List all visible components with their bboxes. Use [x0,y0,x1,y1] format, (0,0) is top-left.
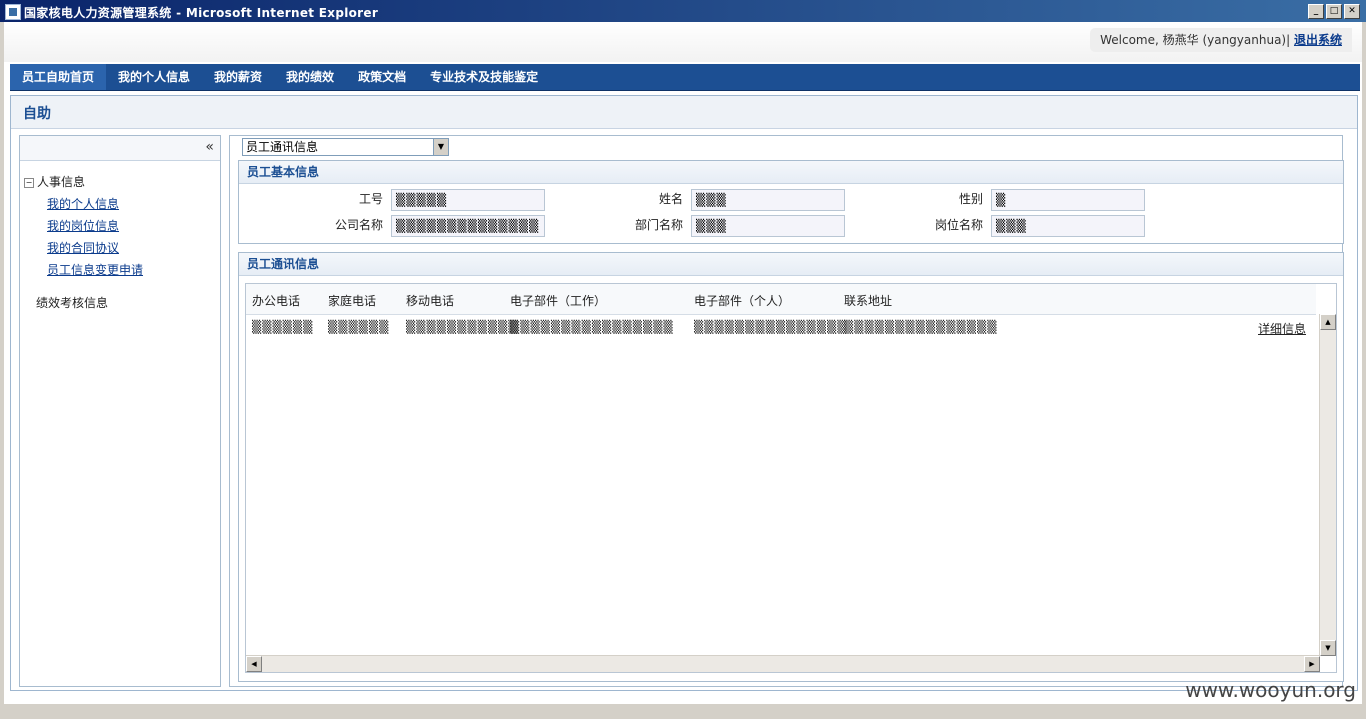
browser-content: Welcome, 杨燕华 (yangyanhua)| 退出系统 员工自助首页 我… [4,22,1362,715]
nav-item-performance[interactable]: 我的绩效 [274,64,346,90]
watermark: www.wooyun.org [1185,678,1356,702]
label-gender: 性别 [958,192,983,206]
info-type-value: 员工通讯信息 [246,140,319,154]
sidebar-header: « [20,136,220,161]
scroll-right-icon[interactable]: ▶ [1304,656,1320,672]
department-field: ▒▒▒ [691,215,845,237]
grid-header: 办公电话 家庭电话 移动电话 电子部件（工作） 电子部件（个人） 联系地址 [246,284,1316,315]
basic-row-1: 工号 ▒▒▒▒▒ 姓名 ▒▒▒ 性别 ▒ [239,189,1343,211]
label-department: 部门名称 [634,218,683,232]
main-nav: 员工自助首页 我的个人信息 我的薪资 我的绩效 政策文档 专业技术及技能鉴定 [10,64,1360,91]
basic-info-section: 员工基本信息 工号 ▒▒▒▒▒ 姓名 ▒▒▒ 性别 ▒ 公司名称 ▒▒▒▒▒▒▒… [238,160,1344,244]
scroll-left-icon[interactable]: ◀ [246,656,262,672]
collapse-icon[interactable]: « [205,139,214,155]
col-home-phone: 家庭电话 [328,294,377,308]
page-title: 自助 [23,106,51,122]
label-employee-id: 工号 [358,192,383,206]
status-bar [4,703,1362,716]
label-name: 姓名 [658,192,683,206]
company-field: ▒▒▒▒▒▒▒▒▒▒▒▒▒▒ [391,215,545,237]
nav-item-skills-appraisal[interactable]: 专业技术及技能鉴定 [418,64,550,90]
label-company: 公司名称 [334,218,383,232]
main-panel: 员工通讯信息 ▼ 员工基本信息 工号 ▒▒▒▒▒ 姓名 ▒▒▒ 性别 ▒ 公司名… [229,135,1344,687]
minimize-icon[interactable]: _ [1308,4,1324,19]
welcome-box: Welcome, 杨燕华 (yangyanhua)| 退出系统 [1090,28,1352,52]
chevron-down-icon[interactable]: ▼ [433,139,448,155]
col-personal-email: 电子部件（个人） [694,294,791,308]
sidebar-item-personal-info[interactable]: 我的个人信息 [47,195,220,212]
info-type-select[interactable]: 员工通讯信息 ▼ [242,138,449,156]
cell-office-phone: ▒▒▒▒▒▒ [252,320,314,334]
nav-item-salary[interactable]: 我的薪资 [202,64,274,90]
tree-collapse-icon[interactable]: − [24,178,34,188]
logout-link[interactable]: 退出系统 [1294,33,1342,47]
gender-field: ▒ [991,189,1145,211]
label-position: 岗位名称 [934,218,983,232]
employee-id-field: ▒▒▒▒▒ [391,189,545,211]
contact-info-title: 员工通讯信息 [239,253,1343,276]
welcome-text: Welcome, 杨燕华 (yangyanhua)| [1100,33,1291,47]
window-controls: _ □ ✕ [1308,4,1360,19]
top-bar: Welcome, 杨燕华 (yangyanhua)| 退出系统 [4,22,1362,62]
nav-item-home[interactable]: 员工自助首页 [10,64,107,90]
ie-page-icon [5,4,21,20]
scroll-up-icon[interactable]: ▲ [1320,314,1336,330]
sidebar-tree: − 人事信息 我的个人信息 我的岗位信息 我的合同协议 员工信息变更申请 绩效考核… [20,161,220,311]
col-work-email: 电子部件（工作） [510,294,607,308]
basic-row-2: 公司名称 ▒▒▒▒▒▒▒▒▒▒▒▒▒▒ 部门名称 ▒▒▒ 岗位名称 ▒▒▒ [239,215,1343,237]
sidebar-item-position-info[interactable]: 我的岗位信息 [47,217,220,234]
detail-link[interactable]: 详细信息 [1258,320,1306,337]
tree-group-label: 人事信息 [37,175,86,189]
cell-home-phone: ▒▒▒▒▒▒ [328,320,390,334]
close-icon[interactable]: ✕ [1344,4,1360,19]
position-field: ▒▒▒ [991,215,1145,237]
cell-work-email: ▒▒▒▒▒▒▒▒▒▒▒▒▒▒▒▒ [510,320,674,334]
maximize-icon[interactable]: □ [1326,4,1342,19]
sidebar-item-performance[interactable]: 绩效考核信息 [36,294,220,311]
sidebar-item-contracts[interactable]: 我的合同协议 [47,239,220,256]
basic-info-title: 员工基本信息 [239,161,1343,184]
col-office-phone: 办公电话 [252,294,301,308]
col-mobile-phone: 移动电话 [406,294,455,308]
contact-grid: 办公电话 家庭电话 移动电话 电子部件（工作） 电子部件（个人） 联系地址 ▒▒… [245,283,1337,673]
scroll-down-icon[interactable]: ▼ [1320,640,1336,656]
content-header: 自助 [11,96,1357,129]
horizontal-scrollbar[interactable]: ◀ ▶ [246,655,1320,672]
sidebar-item-info-change[interactable]: 员工信息变更申请 [47,261,220,278]
window-title: 国家核电人力资源管理系统 - Microsoft Internet Explor… [24,6,379,20]
tree-group-hr[interactable]: − 人事信息 [24,173,220,190]
name-field: ▒▒▒ [691,189,845,211]
sidebar: « − 人事信息 我的个人信息 我的岗位信息 我的合同协议 员工信息变更申请 绩效… [19,135,221,687]
col-address: 联系地址 [844,294,893,308]
content-area: 自助 « − 人事信息 我的个人信息 我的岗位信息 我的合同协议 员工信息变更申请… [10,95,1358,691]
window-titlebar: 国家核电人力资源管理系统 - Microsoft Internet Explor… [0,0,1366,22]
cell-mobile-phone: ▒▒▒▒▒▒▒▒▒▒▒ [406,320,519,334]
cell-personal-email: ▒▒▒▒▒▒▒▒▒▒▒▒▒▒▒ [694,320,848,334]
cell-address: ▒▒▒▒▒▒▒▒▒▒▒▒▒▒▒ [844,320,998,334]
nav-item-personal-info[interactable]: 我的个人信息 [106,64,202,90]
contact-info-section: 员工通讯信息 办公电话 家庭电话 移动电话 电子部件（工作） 电子部件（个人） … [238,252,1344,682]
nav-item-policy-docs[interactable]: 政策文档 [346,64,418,90]
vertical-scrollbar[interactable]: ▲ ▼ [1319,314,1336,656]
